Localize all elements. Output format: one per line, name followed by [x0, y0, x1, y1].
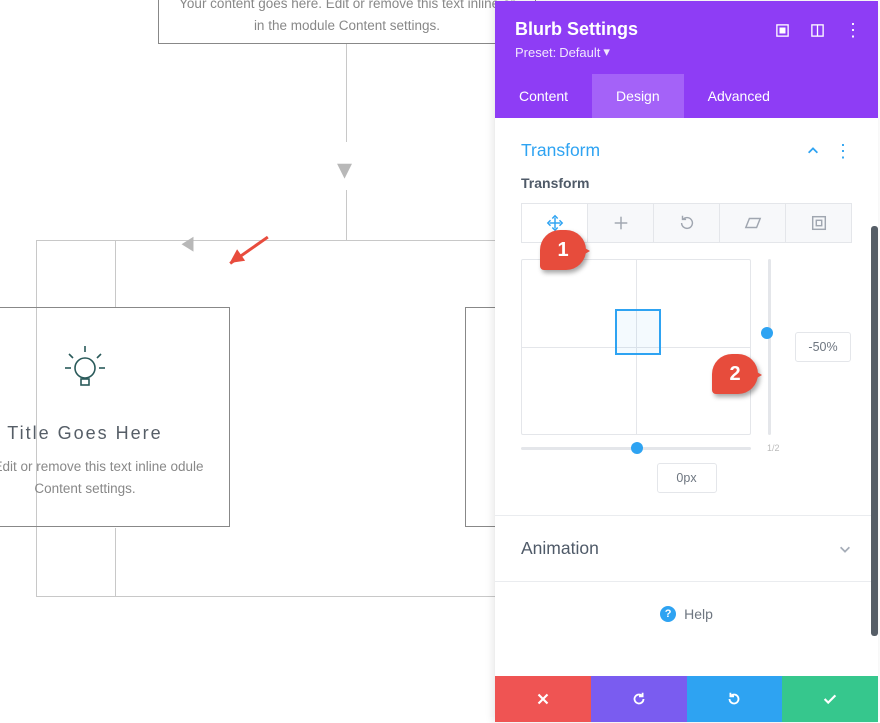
discard-button[interactable] — [495, 676, 591, 722]
chevron-down-icon — [838, 542, 852, 556]
transform-field-label: Transform — [521, 175, 852, 191]
transform-rotate-tab[interactable] — [654, 203, 720, 243]
transform-xy-pad[interactable] — [521, 259, 751, 435]
more-icon[interactable]: ⋮ — [845, 23, 860, 38]
bg-blurb-top: Your content goes here. Edit or remove t… — [158, 0, 536, 44]
annotation-arrow-icon — [220, 258, 280, 298]
flow-arrow-down-icon: ▾ — [337, 155, 352, 185]
annotation-badge-2: 2 — [712, 354, 758, 394]
panel-footer — [495, 676, 878, 722]
horizontal-offset-slider[interactable] — [521, 447, 751, 450]
tab-content[interactable]: Content — [495, 74, 592, 118]
expand-icon[interactable] — [775, 23, 790, 38]
horizontal-offset-value[interactable]: 0px — [657, 463, 717, 493]
section-animation-toggle[interactable]: Animation — [495, 516, 878, 581]
scrollbar[interactable] — [871, 226, 878, 636]
transform-skew-tab[interactable] — [720, 203, 786, 243]
section-transform-toggle[interactable]: Transform ⋮ — [495, 118, 878, 175]
slider-max-tick: 1/2 — [767, 443, 780, 453]
chevron-down-icon: ▾ — [603, 44, 610, 60]
slider-thumb[interactable] — [631, 442, 643, 454]
flow-arrow-left-icon: ◂ — [182, 225, 194, 260]
transform-origin-tab[interactable] — [786, 203, 852, 243]
vertical-offset-value[interactable]: -50% — [795, 332, 851, 362]
preset-dropdown[interactable]: Preset: Default ▾ — [515, 44, 858, 60]
settings-tabs: Content Design Advanced — [495, 74, 878, 118]
slider-thumb[interactable] — [761, 327, 773, 339]
redo-button[interactable] — [687, 676, 783, 722]
annotation-badge-1: 1 — [540, 230, 586, 270]
help-link[interactable]: ? Help — [495, 582, 878, 646]
settings-panel: Blurb Settings Preset: Default ▾ ⋮ Conte… — [495, 1, 878, 722]
lightbulb-icon — [61, 344, 109, 397]
chevron-up-icon — [806, 144, 820, 158]
columns-icon[interactable] — [810, 23, 825, 38]
tab-advanced[interactable]: Advanced — [684, 74, 794, 118]
section-more-icon[interactable]: ⋮ — [834, 142, 852, 160]
undo-button[interactable] — [591, 676, 687, 722]
blurb-body: ere. Edit or remove this text inline odu… — [0, 456, 209, 499]
blurb-title: Title Goes Here — [0, 423, 209, 444]
blurb-card-left[interactable]: Title Goes Here ere. Edit or remove this… — [0, 307, 230, 527]
panel-header: Blurb Settings Preset: Default ▾ ⋮ — [495, 1, 878, 74]
help-icon: ? — [660, 606, 676, 622]
tab-design[interactable]: Design — [592, 74, 684, 118]
vertical-offset-slider[interactable] — [765, 259, 773, 435]
save-button[interactable] — [782, 676, 878, 722]
transform-translate-tab[interactable] — [588, 203, 654, 243]
xy-handle[interactable] — [615, 309, 661, 355]
